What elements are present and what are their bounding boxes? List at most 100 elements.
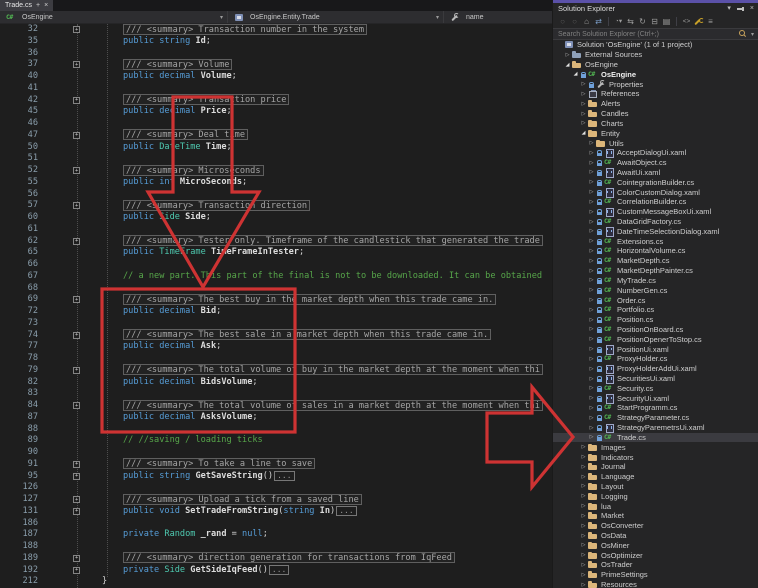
tree-item-images[interactable]: ▷ Images — [553, 442, 758, 452]
view-code-icon[interactable]: <> — [681, 15, 692, 27]
expand-region-icon[interactable] — [73, 472, 80, 480]
expand-arrow-icon[interactable]: ▷ — [588, 376, 595, 382]
preview-selected-items-icon[interactable]: ≡ — [705, 15, 716, 27]
tree-item-positionui-xaml[interactable]: ▷ PositionUi.xaml — [553, 344, 758, 355]
collapsed-summary-comment[interactable]: /// <summary> Deal time — [123, 129, 248, 141]
expand-region-icon[interactable] — [73, 460, 80, 468]
expand-arrow-icon[interactable]: ▷ — [580, 523, 587, 529]
expand-arrow-icon[interactable]: ▷ — [588, 415, 595, 421]
expand-arrow-icon[interactable]: ▷ — [588, 209, 595, 215]
expand-arrow-icon[interactable]: ▷ — [588, 228, 595, 234]
expand-arrow-icon[interactable]: ▷ — [580, 582, 587, 588]
expand-arrow-icon[interactable]: ▷ — [588, 346, 595, 352]
tree-item-strategyparemetrsui-xaml[interactable]: ▷ StrategyParemetrsUi.xaml — [553, 423, 758, 434]
close-icon[interactable]: × — [750, 5, 754, 12]
tree-item-osengine[interactable]: ◢ OsEngine — [553, 60, 758, 70]
expand-arrow-icon[interactable]: ▷ — [588, 268, 595, 274]
tree-item-references[interactable]: ▷ References — [553, 89, 758, 99]
auto-hide-pin-icon[interactable] — [736, 5, 744, 12]
expand-arrow-icon[interactable]: ▷ — [588, 248, 595, 254]
expand-arrow-icon[interactable]: ▷ — [580, 474, 587, 480]
expand-region-icon[interactable] — [73, 566, 80, 574]
expand-arrow-icon[interactable]: ▷ — [588, 199, 595, 205]
expand-arrow-icon[interactable]: ▷ — [588, 150, 595, 156]
expand-region-icon[interactable] — [73, 96, 80, 104]
tab-trade-cs[interactable]: Trade.cs + × — [0, 0, 54, 11]
expand-region-icon[interactable] — [73, 496, 80, 503]
solution-explorer-titlebar[interactable]: Solution Explorer ▾ × — [553, 3, 758, 14]
expand-arrow-icon[interactable]: ▷ — [580, 503, 587, 509]
tree-item-securitiesui-xaml[interactable]: ▷ SecuritiesUi.xaml — [553, 374, 758, 385]
tree-item-external-sources[interactable]: ▷ External Sources — [553, 50, 758, 60]
expand-arrow-icon[interactable]: ▷ — [588, 287, 595, 293]
collapse-arrow-icon[interactable]: ◢ — [572, 71, 579, 77]
tree-item-charts[interactable]: ▷ Charts — [553, 119, 758, 129]
expand-arrow-icon[interactable]: ▷ — [588, 385, 595, 391]
expand-region-icon[interactable] — [73, 554, 80, 562]
expand-region-icon[interactable] — [73, 237, 80, 245]
collapsed-summary-comment[interactable]: /// <summary> Transaction price — [123, 94, 290, 105]
expand-arrow-icon[interactable]: ▷ — [580, 542, 587, 548]
expand-arrow-icon[interactable]: ▷ — [580, 111, 587, 117]
navigate-back-icon[interactable]: ○ — [557, 15, 568, 27]
tree-item-awaitui-xaml[interactable]: ▷ AwaitUi.xaml — [553, 168, 758, 178]
expand-arrow-icon[interactable]: ▷ — [580, 513, 587, 519]
breadcrumb-project-dropdown[interactable]: OsEngine ▾ — [0, 11, 228, 23]
tree-item-order-cs[interactable]: ▷ Order.cs — [553, 295, 758, 305]
tree-item-osengine[interactable]: ◢ OsEngine — [553, 69, 758, 79]
expand-arrow-icon[interactable]: ▷ — [588, 258, 595, 264]
expand-arrow-icon[interactable]: ▷ — [580, 120, 587, 126]
collapsed-body-icon[interactable]: ... — [268, 564, 290, 575]
tree-item-horizontalvolume-cs[interactable]: ▷ HorizontalVolume.cs — [553, 246, 758, 256]
tree-item-awaitobject-cs[interactable]: ▷ AwaitObject.cs — [553, 158, 758, 168]
expand-arrow-icon[interactable]: ▷ — [580, 562, 587, 568]
expand-region-icon[interactable] — [73, 366, 80, 374]
collapsed-summary-comment[interactable]: /// <summary> Volume — [123, 58, 233, 70]
tree-item-correlationbuilder-cs[interactable]: ▷ CorrelationBuilder.cs — [553, 197, 758, 207]
expand-arrow-icon[interactable]: ▷ — [588, 219, 595, 225]
search-icon[interactable] — [738, 30, 746, 38]
tree-item-utils[interactable]: ▷ Utils — [553, 138, 758, 148]
tree-item-osconverter[interactable]: ▷ OsConverter — [553, 521, 758, 531]
expand-region-icon[interactable] — [73, 131, 80, 139]
expand-arrow-icon[interactable]: ▷ — [588, 425, 595, 431]
expand-arrow-icon[interactable]: ▷ — [588, 336, 595, 342]
tree-item-proxyholderaddui-xaml[interactable]: ▷ ProxyHolderAddUi.xaml — [553, 364, 758, 375]
tree-item-layout[interactable]: ▷ Layout — [553, 482, 758, 492]
tree-item-proxyholder-cs[interactable]: ▷ ProxyHolder.cs — [553, 354, 758, 364]
expand-arrow-icon[interactable]: ▷ — [588, 434, 595, 440]
expand-arrow-icon[interactable]: ▷ — [588, 238, 595, 244]
tree-item-startprogramm-cs[interactable]: ▷ StartProgramm.cs — [553, 403, 758, 413]
collapsed-summary-comment[interactable]: /// <summary> The total volume of buy in… — [123, 364, 543, 376]
chevron-down-icon[interactable]: ▾ — [436, 14, 439, 21]
breadcrumb-member-dropdown[interactable]: name — [444, 11, 552, 23]
expand-arrow-icon[interactable]: ▷ — [588, 277, 595, 283]
expand-arrow-icon[interactable]: ▷ — [588, 395, 595, 401]
code-viewport[interactable]: 32 /// <summary> Transaction number in th… — [0, 23, 552, 588]
tree-item-solution-osengine-1-of-1-project-[interactable]: Solution 'OsEngine' (1 of 1 project) — [553, 40, 758, 50]
tree-item-language[interactable]: ▷ Language — [553, 472, 758, 482]
pending-changes-filter-icon[interactable]: ◔▾ — [613, 15, 624, 27]
expand-arrow-icon[interactable]: ▷ — [588, 356, 595, 362]
expand-arrow-icon[interactable]: ▷ — [580, 483, 587, 489]
expand-arrow-icon[interactable]: ▷ — [580, 454, 587, 460]
collapsed-summary-comment[interactable]: /// <summary> Upload a tick from a saved… — [123, 493, 362, 505]
expand-arrow-icon[interactable]: ▷ — [588, 189, 595, 195]
expand-arrow-icon[interactable]: ▷ — [588, 179, 595, 185]
expand-arrow-icon[interactable]: ▷ — [580, 552, 587, 558]
expand-arrow-icon[interactable]: ▷ — [580, 572, 587, 578]
pin-icon[interactable]: + — [36, 2, 40, 9]
expand-region-icon[interactable] — [73, 296, 80, 304]
tree-item-custommessageboxui-xaml[interactable]: ▷ CustomMessageBoxUi.xaml — [553, 207, 758, 218]
collapsed-summary-comment[interactable]: /// <summary> Microseconds — [123, 164, 264, 176]
properties-icon[interactable] — [693, 17, 704, 26]
tree-item-entity[interactable]: ◢ Entity — [553, 128, 758, 138]
tree-item-datagridfactory-cs[interactable]: ▷ DataGridFactory.cs — [553, 217, 758, 227]
expand-arrow-icon[interactable]: ▷ — [588, 307, 595, 313]
code-editor[interactable]: Trade.cs + × OsEngine ▾ OsEngine.Entity.… — [0, 0, 552, 588]
tree-item-osdata[interactable]: ▷ OsData — [553, 531, 758, 541]
tree-item-lua[interactable]: ▷ lua — [553, 501, 758, 511]
expand-region-icon[interactable] — [73, 402, 80, 409]
tree-item-marketdepth-cs[interactable]: ▷ MarketDepth.cs — [553, 256, 758, 266]
expand-arrow-icon[interactable]: ▷ — [580, 91, 587, 97]
